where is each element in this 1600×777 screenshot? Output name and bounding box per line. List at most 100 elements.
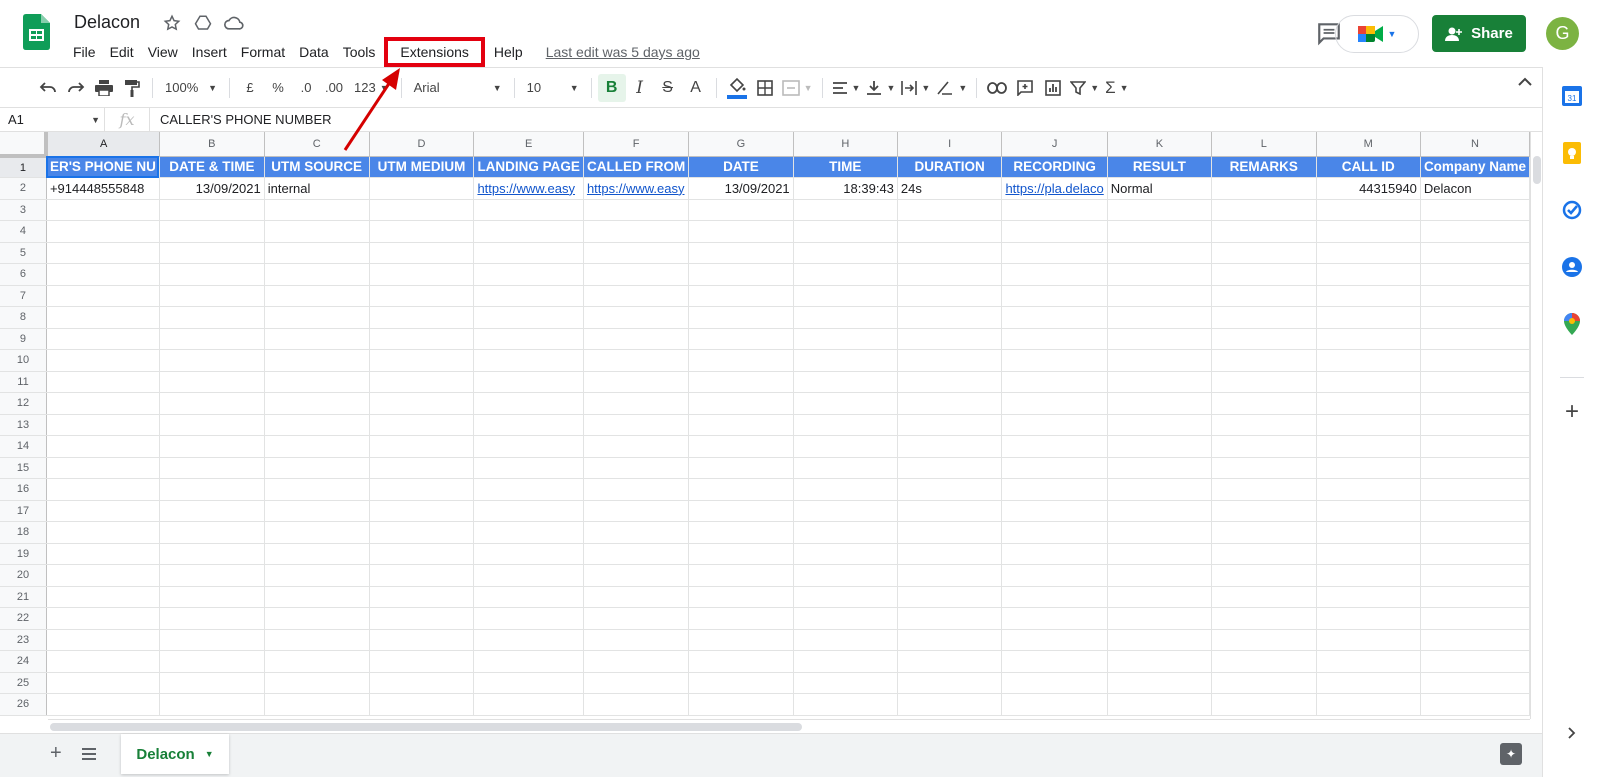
cell-k4[interactable] [1107, 220, 1213, 243]
cell-m17[interactable] [1316, 500, 1421, 522]
cell-j6[interactable] [1001, 263, 1108, 286]
cell-h6[interactable] [793, 263, 898, 286]
cell-e23[interactable] [473, 629, 584, 651]
cell-a8[interactable] [46, 306, 160, 329]
insert-link-icon[interactable] [983, 74, 1011, 102]
cell-d17[interactable] [369, 500, 475, 522]
cell-j26[interactable] [1001, 693, 1108, 716]
cell-h12[interactable] [793, 392, 898, 415]
cell-k25[interactable] [1107, 672, 1213, 694]
row-header[interactable]: 12 [0, 392, 47, 415]
cell-a26[interactable] [46, 693, 160, 716]
cell-e24[interactable] [473, 650, 584, 673]
vertical-scroll-thumb[interactable] [1533, 156, 1541, 184]
cell-l24[interactable] [1211, 650, 1317, 673]
cell-c20[interactable] [264, 564, 370, 587]
cell-l3[interactable] [1211, 199, 1317, 221]
cell-j22[interactable] [1001, 607, 1108, 630]
row-header[interactable]: 2 [0, 177, 47, 200]
move-to-drive-icon[interactable] [192, 12, 214, 34]
cell-e20[interactable] [473, 564, 584, 587]
currency-format-button[interactable]: £ [236, 74, 264, 102]
cell-h17[interactable] [793, 500, 898, 522]
explore-icon[interactable]: ✦ [1500, 743, 1522, 765]
cell-d13[interactable] [369, 414, 475, 436]
cell-a19[interactable] [46, 543, 160, 565]
cell-b19[interactable] [159, 543, 265, 565]
cell-k18[interactable] [1107, 521, 1213, 544]
cell-e10[interactable] [473, 349, 584, 372]
column-header-h[interactable]: H [793, 132, 898, 157]
row-header[interactable]: 21 [0, 586, 47, 608]
cell-k15[interactable] [1107, 457, 1213, 479]
column-header-a[interactable]: A [46, 132, 160, 157]
cell-c7[interactable] [264, 285, 370, 307]
cell-k13[interactable] [1107, 414, 1213, 436]
cell-j10[interactable] [1001, 349, 1108, 372]
column-header-j[interactable]: J [1001, 132, 1108, 157]
cell-m1[interactable]: CALL ID [1316, 156, 1421, 178]
cell-i23[interactable] [897, 629, 1003, 651]
cell-e3[interactable] [473, 199, 584, 221]
cell-n16[interactable] [1420, 478, 1530, 501]
contacts-icon[interactable] [1561, 256, 1583, 278]
cell-j15[interactable] [1001, 457, 1108, 479]
cell-a2[interactable]: +914448555848 [46, 177, 160, 200]
tasks-icon[interactable] [1561, 199, 1583, 221]
cell-n14[interactable] [1420, 435, 1530, 458]
cell-n3[interactable] [1420, 199, 1530, 221]
cell-k8[interactable] [1107, 306, 1213, 329]
cell-l6[interactable] [1211, 263, 1317, 286]
column-header-f[interactable]: F [583, 132, 690, 157]
cell-b10[interactable] [159, 349, 265, 372]
cell-j25[interactable] [1001, 672, 1108, 694]
cell-a12[interactable] [46, 392, 160, 415]
functions-icon[interactable]: Σ ▼ [1102, 74, 1131, 102]
cell-h22[interactable] [793, 607, 898, 630]
cell-a15[interactable] [46, 457, 160, 479]
cell-a24[interactable] [46, 650, 160, 673]
cell-a25[interactable] [46, 672, 160, 694]
cell-c16[interactable] [264, 478, 370, 501]
cell-n15[interactable] [1420, 457, 1530, 479]
menu-view[interactable]: View [141, 41, 185, 63]
cell-d14[interactable] [369, 435, 475, 458]
insert-chart-icon[interactable] [1039, 74, 1067, 102]
cell-f18[interactable] [583, 521, 690, 544]
cell-k26[interactable] [1107, 693, 1213, 716]
cell-f17[interactable] [583, 500, 690, 522]
cell-f20[interactable] [583, 564, 690, 587]
cell-m23[interactable] [1316, 629, 1421, 651]
cell-m2[interactable]: 44315940 [1316, 177, 1421, 200]
cell-n25[interactable] [1420, 672, 1530, 694]
cell-j21[interactable] [1001, 586, 1108, 608]
cell-k16[interactable] [1107, 478, 1213, 501]
cell-l9[interactable] [1211, 328, 1317, 350]
document-title[interactable]: Delacon [74, 12, 140, 33]
cell-a5[interactable] [46, 242, 160, 264]
merge-cells-icon[interactable]: ▼ [779, 74, 816, 102]
cell-d20[interactable] [369, 564, 475, 587]
cell-a23[interactable] [46, 629, 160, 651]
sheets-logo-icon[interactable] [23, 14, 50, 50]
cell-g5[interactable] [688, 242, 794, 264]
cell-n7[interactable] [1420, 285, 1530, 307]
cell-h5[interactable] [793, 242, 898, 264]
cell-k17[interactable] [1107, 500, 1213, 522]
cell-f16[interactable] [583, 478, 690, 501]
cell-h24[interactable] [793, 650, 898, 673]
cell-j2[interactable]: https://pla.delaco [1001, 177, 1108, 200]
cell-i9[interactable] [897, 328, 1003, 350]
cell-h19[interactable] [793, 543, 898, 565]
cell-l7[interactable] [1211, 285, 1317, 307]
menu-data[interactable]: Data [292, 41, 336, 63]
account-avatar[interactable]: G [1546, 17, 1579, 50]
cell-d12[interactable] [369, 392, 475, 415]
cell-n6[interactable] [1420, 263, 1530, 286]
cell-m10[interactable] [1316, 349, 1421, 372]
cell-d21[interactable] [369, 586, 475, 608]
cell-d26[interactable] [369, 693, 475, 716]
filter-icon[interactable]: ▼ [1067, 74, 1102, 102]
cell-j12[interactable] [1001, 392, 1108, 415]
cell-b25[interactable] [159, 672, 265, 694]
